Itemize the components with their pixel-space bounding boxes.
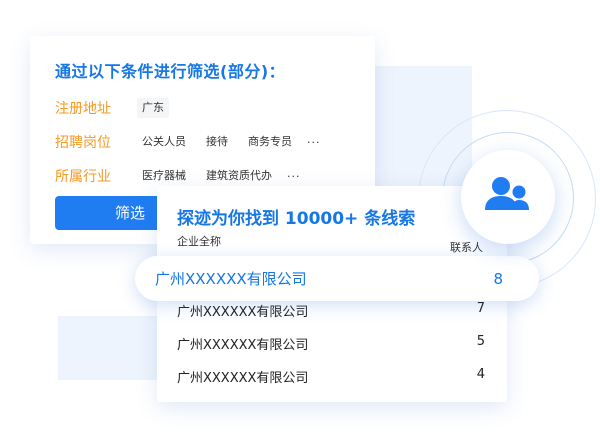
- contact-count: 5: [476, 334, 485, 349]
- users-icon: [485, 177, 529, 210]
- filter-tag[interactable]: 商务专员: [243, 132, 297, 152]
- column-header-company: 企业全称: [177, 235, 221, 248]
- filter-label: 注册地址: [55, 101, 111, 117]
- company-name: 广州XXXXXX有限公司: [177, 371, 309, 386]
- table-row[interactable]: 广州XXXXXX有限公司 4: [177, 367, 489, 386]
- company-name: 广州XXXXXX有限公司: [155, 270, 307, 288]
- filter-label: 招聘岗位: [55, 135, 111, 151]
- filter-row-registered-address: 注册地址 广东: [55, 98, 375, 118]
- contact-count: 4: [476, 367, 485, 382]
- filter-tag[interactable]: 接待: [201, 132, 233, 152]
- contact-count: 7: [476, 301, 485, 316]
- filter-title: 通过以下条件进行筛选(部分)：: [55, 62, 286, 81]
- filter-tag[interactable]: 公关人员: [137, 132, 191, 152]
- filter-tag[interactable]: 广东: [137, 98, 169, 118]
- company-name: 广州XXXXXX有限公司: [177, 338, 309, 353]
- column-header-contact: 联系人: [450, 241, 483, 254]
- table-row[interactable]: 广州XXXXXX有限公司 7: [177, 301, 489, 320]
- more-ellipsis[interactable]: ···: [307, 136, 321, 149]
- contacts-badge: [461, 150, 555, 244]
- highlighted-table-row[interactable]: 广州XXXXXX有限公司 8: [135, 256, 539, 301]
- table-row[interactable]: 广州XXXXXX有限公司 5: [177, 334, 489, 353]
- company-name: 广州XXXXXX有限公司: [177, 305, 309, 320]
- filter-row-industry: 所属行业 医疗器械 建筑资质代办 ···: [55, 166, 375, 186]
- more-ellipsis[interactable]: ···: [287, 170, 301, 183]
- filter-label: 所属行业: [55, 169, 111, 185]
- results-headline: 探迹为你找到 10000+ 条线索: [177, 209, 416, 229]
- filter-tag[interactable]: 医疗器械: [137, 166, 191, 186]
- filter-tag[interactable]: 建筑资质代办: [201, 166, 277, 186]
- contact-count: 8: [493, 269, 503, 288]
- filter-row-job-position: 招聘岗位 公关人员 接待 商务专员 ···: [55, 132, 375, 152]
